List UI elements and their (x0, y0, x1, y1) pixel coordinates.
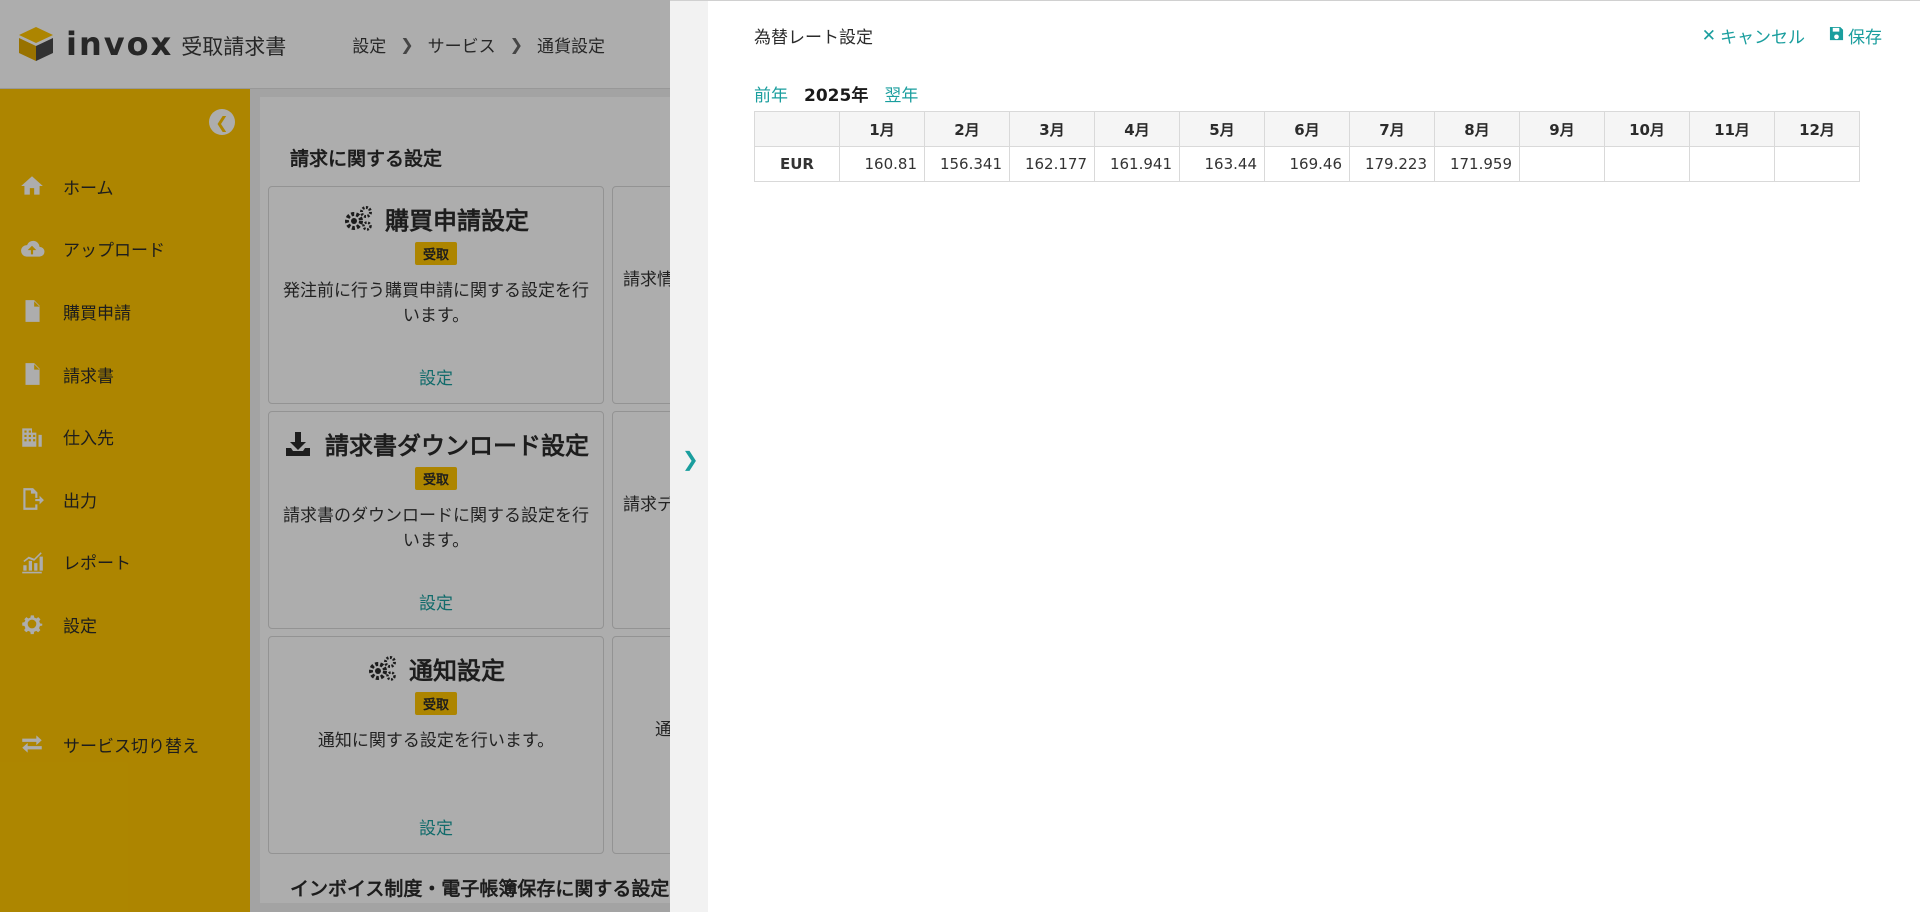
rate-cell[interactable]: 160.81 (839, 146, 925, 182)
table-header-month: 6月 (1264, 111, 1350, 147)
table-header-month: 9月 (1519, 111, 1605, 147)
exchange-rate-drawer: 為替レート設定 ✕ キャンセル 保存 前年 2025年 翌年 1月 2月 3月 … (708, 0, 1920, 912)
table-header-month: 3月 (1009, 111, 1095, 147)
table-header-row: 1月 2月 3月 4月 5月 6月 7月 8月 9月 10月 11月 12月 (754, 111, 1860, 147)
table-header-month: 1月 (839, 111, 925, 147)
rate-cell[interactable]: 179.223 (1349, 146, 1435, 182)
rate-cell[interactable]: 169.46 (1264, 146, 1350, 182)
table-header-month: 4月 (1094, 111, 1180, 147)
table-header-month: 8月 (1434, 111, 1520, 147)
rate-cell[interactable] (1689, 146, 1775, 182)
drawer-title: 為替レート設定 (754, 28, 873, 48)
chevron-right-icon: ❯ (682, 447, 699, 471)
next-year-link[interactable]: 翌年 (884, 81, 918, 106)
prev-year-link[interactable]: 前年 (754, 81, 788, 106)
drawer-close-handle[interactable]: ❯ (670, 0, 708, 912)
rate-cell[interactable]: 171.959 (1434, 146, 1520, 182)
current-year: 2025年 (804, 86, 869, 106)
table-header-month: 10月 (1604, 111, 1690, 147)
save-button-label: 保存 (1848, 28, 1882, 48)
floppy-disk-icon (1829, 26, 1844, 46)
rate-cell[interactable]: 156.341 (924, 146, 1010, 182)
drawer-actions: ✕ キャンセル 保存 (1678, 23, 1882, 49)
year-navigation: 前年 2025年 翌年 (754, 81, 918, 106)
currency-cell: EUR (754, 146, 840, 182)
close-icon: ✕ (1701, 25, 1716, 46)
table-header-month: 12月 (1774, 111, 1860, 147)
rate-cell[interactable]: 161.941 (1094, 146, 1180, 182)
table-row: EUR 160.81 156.341 162.177 161.941 163.4… (754, 146, 1860, 182)
table-header-month: 11月 (1689, 111, 1775, 147)
rate-cell[interactable] (1519, 146, 1605, 182)
rate-cell[interactable]: 162.177 (1009, 146, 1095, 182)
cancel-button[interactable]: ✕ キャンセル (1701, 23, 1805, 49)
rate-cell[interactable] (1774, 146, 1860, 182)
modal-overlay[interactable] (0, 0, 670, 912)
cancel-button-label: キャンセル (1720, 28, 1805, 48)
table-header-month: 2月 (924, 111, 1010, 147)
exchange-rate-table: 1月 2月 3月 4月 5月 6月 7月 8月 9月 10月 11月 12月 E… (754, 111, 1860, 182)
table-header-currency (754, 111, 840, 147)
rate-cell[interactable] (1604, 146, 1690, 182)
rate-cell[interactable]: 163.44 (1179, 146, 1265, 182)
save-button[interactable]: 保存 (1829, 23, 1882, 48)
table-header-month: 5月 (1179, 111, 1265, 147)
table-header-month: 7月 (1349, 111, 1435, 147)
